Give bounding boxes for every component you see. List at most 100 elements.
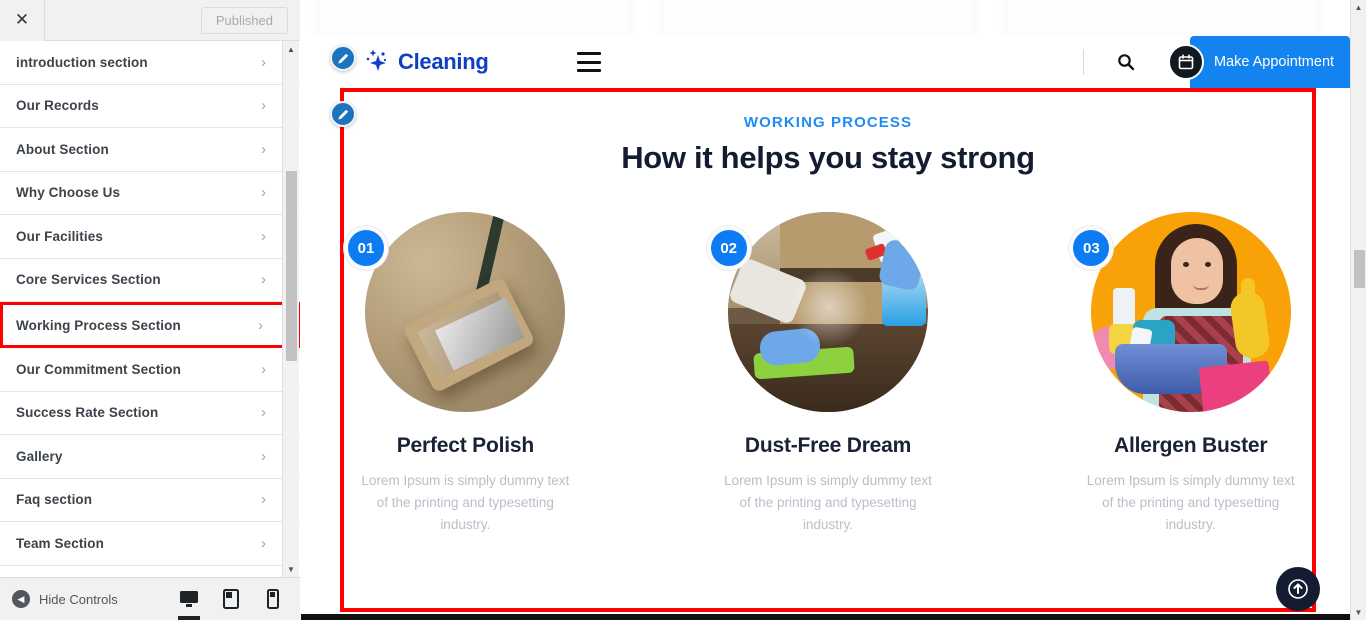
- partial-card: View More: [1007, 0, 1317, 36]
- sidebar-item-core-services-section[interactable]: Core Services Section ›: [0, 258, 300, 302]
- hamburger-menu-icon[interactable]: [576, 52, 601, 72]
- sidebar-item-our-records[interactable]: Our Records ›: [0, 84, 300, 128]
- sidebar-item-about-section[interactable]: About Section ›: [0, 128, 300, 172]
- sidebar-scrollbar-thumb[interactable]: [286, 171, 297, 361]
- sparkle-icon: [363, 47, 393, 77]
- sidebar-item-label: Team Section: [16, 535, 104, 551]
- spray-mist: [786, 264, 872, 350]
- preview-bottom-strip: [301, 614, 1350, 620]
- search-icon[interactable]: [1112, 48, 1140, 76]
- section-title: How it helps you stay strong: [621, 140, 1035, 175]
- window-scroll-up-icon[interactable]: ▲: [1351, 0, 1366, 15]
- cleaner-portrait-illustration: [1090, 212, 1291, 412]
- scroll-to-top-button[interactable]: [1276, 567, 1320, 611]
- calendar-icon: [1168, 44, 1204, 80]
- mobile-icon[interactable]: [260, 584, 286, 614]
- make-appointment-button[interactable]: Make Appointment: [1190, 36, 1350, 88]
- edit-section-pencil-icon[interactable]: [330, 101, 356, 127]
- desktop-icon[interactable]: [176, 584, 202, 620]
- counter-wiping-illustration: [728, 212, 928, 412]
- sidebar-item-success-rate-section[interactable]: Success Rate Section ›: [0, 391, 300, 435]
- scroll-up-arrow-icon[interactable]: ▲: [283, 41, 299, 57]
- chevron-right-icon: ›: [261, 447, 266, 465]
- process-card[interactable]: 01 Perfect Polish Lorem Ipsum is simply …: [344, 212, 587, 536]
- chevron-right-icon: ›: [261, 360, 266, 378]
- sidebar-item-our-commitment-section[interactable]: Our Commitment Section ›: [0, 348, 300, 392]
- sidebar-item-our-facilities[interactable]: Our Facilities ›: [0, 215, 300, 259]
- card-description: Lorem Ipsum is simply dummy text of the …: [1086, 473, 1295, 532]
- sidebar-item-label: Our Records: [16, 98, 99, 114]
- window-scrollbar[interactable]: ▲ ▼: [1350, 0, 1366, 620]
- sidebar-item-label: About Section: [16, 141, 109, 157]
- sidebar-item-label: Our Commitment Section: [16, 361, 181, 377]
- working-process-section[interactable]: WORKING PROCESS How it helps you stay st…: [340, 88, 1316, 612]
- sidebar-item-why-choose-us[interactable]: Why Choose Us ›: [0, 171, 300, 215]
- brand-name: Cleaning: [398, 49, 489, 74]
- device-preview-switcher: [176, 584, 286, 620]
- sidebar-item-label: Core Services Section: [16, 272, 161, 288]
- close-customizer-button[interactable]: ✕: [0, 0, 45, 41]
- sidebar-item-gallery[interactable]: Gallery ›: [0, 435, 300, 479]
- sidebar-item-label: Our Facilities: [16, 228, 103, 244]
- partial-card: View More: [663, 0, 973, 36]
- site-preview: View More View More View More: [301, 0, 1350, 620]
- sidebar-item-label: Faq section: [16, 492, 93, 508]
- card-description: Lorem Ipsum is simply dummy text of the …: [361, 473, 570, 532]
- chevron-right-icon: ›: [261, 53, 266, 71]
- chevron-right-icon: ›: [261, 271, 266, 289]
- step-number-badge: 02: [706, 226, 751, 270]
- hide-controls-label: Hide Controls: [39, 591, 118, 607]
- chevron-right-icon: ›: [261, 534, 266, 552]
- chevron-right-icon: ›: [261, 491, 266, 509]
- mop-plate: [435, 297, 525, 371]
- chevron-right-icon: ›: [258, 316, 263, 334]
- card-title: Allergen Buster: [1113, 434, 1268, 457]
- sidebar-scrollbar[interactable]: ▲ ▼: [282, 41, 299, 577]
- menu-bar: [576, 60, 601, 64]
- section-eyebrow: WORKING PROCESS: [743, 114, 913, 131]
- pink-towel: [1198, 360, 1273, 412]
- menu-bar: [576, 69, 601, 72]
- tablet-icon[interactable]: [218, 584, 244, 614]
- sidebar-item-label: Success Rate Section: [16, 405, 159, 421]
- section-list: introduction section › Our Records › Abo…: [0, 41, 300, 577]
- customizer-topbar: ✕ Published: [0, 0, 300, 41]
- header-right-group: Make Appointment: [1083, 36, 1350, 88]
- chevron-right-icon: ›: [261, 97, 266, 115]
- process-card[interactable]: 03 Allergen Buster Lorem Ipsum is simply…: [1069, 212, 1312, 536]
- sidebar-item-working-process-section[interactable]: Working Process Section ›: [0, 302, 300, 348]
- chevron-right-icon: ›: [261, 140, 266, 158]
- chevron-left-circle-icon: ◀: [12, 590, 30, 608]
- scroll-down-arrow-icon[interactable]: ▼: [283, 561, 299, 577]
- partial-cards-row: View More View More View More: [301, 0, 1350, 36]
- card-image: [728, 212, 928, 412]
- eye-left: [1182, 262, 1189, 267]
- step-number-badge: 01: [344, 226, 388, 270]
- eye-right: [1204, 262, 1211, 267]
- header-divider: [1083, 49, 1084, 75]
- sidebar-item-team-section[interactable]: Team Section ›: [0, 522, 300, 566]
- face-shape: [1170, 238, 1223, 304]
- window-scrollbar-thumb[interactable]: [1354, 250, 1365, 288]
- mop-on-wooden-floor-illustration: [365, 212, 566, 412]
- published-button[interactable]: Published: [200, 6, 288, 34]
- window-scroll-down-icon[interactable]: ▼: [1351, 605, 1366, 620]
- edit-header-pencil-icon[interactable]: [330, 45, 356, 71]
- customizer-screen: ✕ Published introduction section › Our R…: [0, 0, 1366, 620]
- site-header: Cleaning Make Appointment: [301, 36, 1350, 88]
- hide-controls-button[interactable]: ◀ Hide Controls: [12, 590, 118, 608]
- sidebar-item-introduction-section[interactable]: introduction section ›: [0, 41, 300, 85]
- customizer-footer: ◀ Hide Controls: [0, 577, 300, 620]
- mop-head: [402, 276, 537, 394]
- sidebar-item-label: introduction section: [16, 54, 148, 70]
- sidebar-item-label: Working Process Section: [16, 317, 181, 333]
- sidebar-item-label: Why Choose Us: [16, 185, 121, 201]
- sidebar-item-label: Gallery: [16, 448, 63, 464]
- site-logo[interactable]: Cleaning: [363, 47, 489, 77]
- sidebar-item-faq-section[interactable]: Faq section ›: [0, 478, 300, 522]
- process-card[interactable]: 02 Dust-Free Dream Lorem Ipsum is simply…: [706, 212, 950, 536]
- card-description: Lorem Ipsum is simply dummy text of the …: [724, 473, 932, 532]
- process-cards: 01 Perfect Polish Lorem Ipsum is simply …: [344, 212, 1312, 536]
- chevron-right-icon: ›: [261, 404, 266, 422]
- partial-card: View More: [319, 0, 629, 36]
